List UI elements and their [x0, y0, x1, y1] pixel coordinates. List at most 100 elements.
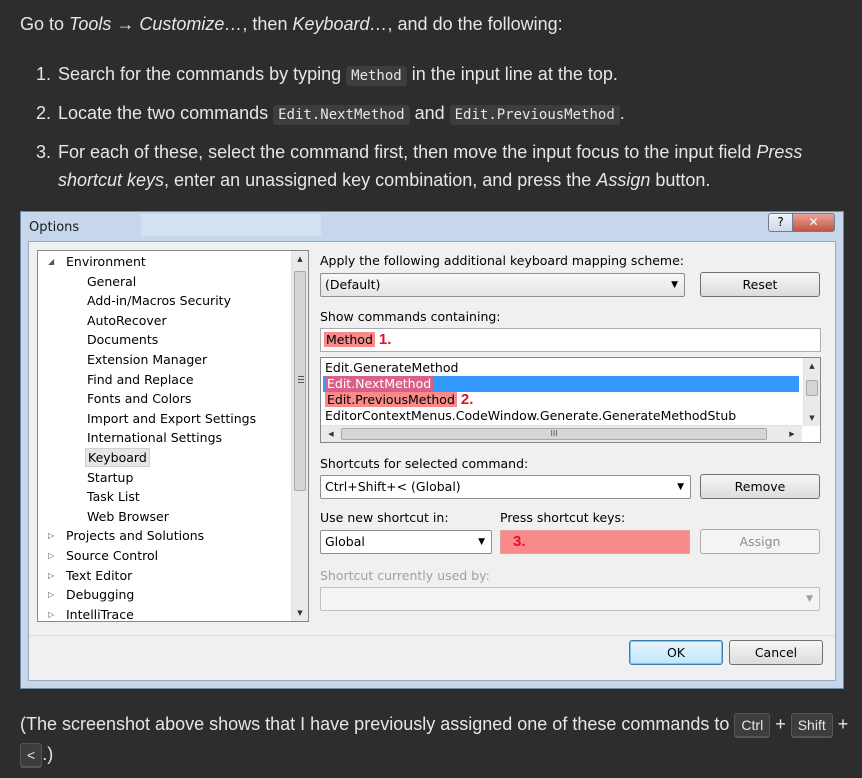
tree-item-label: Add-in/Macros Security — [87, 293, 231, 309]
tree-item[interactable]: ▷ Projects and Solutions — [38, 526, 290, 546]
tree-item[interactable]: Extension Manager — [38, 350, 290, 370]
scroll-down-icon[interactable]: ▼ — [292, 605, 308, 621]
scroll-left-icon[interactable]: ◀ — [323, 426, 339, 442]
tree-item[interactable]: Import and Export Settings — [38, 409, 290, 429]
separator — [29, 635, 835, 636]
tree-item-label: Debugging — [66, 587, 135, 603]
tree-item-label: Web Browser — [87, 508, 169, 524]
list-hscrollbar[interactable]: ◀ III ▶ — [321, 425, 802, 442]
em-assign: Assign — [596, 170, 651, 190]
tree-item[interactable]: ▷ Debugging — [38, 585, 290, 605]
intro-keyboard: Keyboard… — [292, 14, 388, 34]
tree-item-label: Documents — [87, 332, 159, 348]
tree-scrollbar[interactable]: ▲ ▼ — [291, 251, 308, 621]
use-new-shortcut-combo[interactable]: Global ▼ — [320, 530, 492, 554]
tree-item[interactable]: Find and Replace — [38, 370, 290, 390]
help-icon[interactable]: ? — [768, 213, 793, 232]
title-buttons: ? ✕ — [768, 213, 835, 232]
command-previous-method: Edit.PreviousMethod — [325, 392, 457, 407]
list-vscrollbar[interactable]: ▲ ▼ — [803, 358, 820, 426]
scroll-up-icon[interactable]: ▲ — [804, 358, 820, 374]
remove-button[interactable]: Remove — [700, 474, 820, 499]
command-next-method: Edit.NextMethod — [325, 376, 434, 391]
tree-item[interactable]: General — [38, 272, 290, 292]
tree-item-label: Import and Export Settings — [87, 410, 257, 426]
step-text-part: Locate the two commands — [58, 103, 274, 123]
list-item[interactable]: EditorContextMenus.CodeWindow.Generate.G… — [323, 408, 736, 424]
command-list[interactable]: Edit.GenerateMethod Edit.NextMethod Edit… — [320, 357, 821, 443]
list-item[interactable]: Edit.GenerateMethod — [323, 360, 458, 376]
footer-plus: + — [770, 714, 791, 734]
tree-item[interactable]: International Settings — [38, 428, 290, 448]
code-previous-method: Edit.PreviousMethod — [449, 105, 620, 125]
tree-item[interactable]: Startup — [38, 468, 290, 488]
used-by-combo[interactable]: ▼ — [320, 587, 820, 611]
tree-item-label: Environment — [66, 254, 146, 269]
list-item[interactable]: Edit.PreviousMethod 2. — [323, 392, 473, 408]
chevron-down-icon: ▼ — [806, 594, 813, 604]
step-1: 1. Search for the commands by typing Met… — [36, 60, 846, 90]
tree-item[interactable]: Documents — [38, 330, 290, 350]
tree-item-label: General — [87, 273, 137, 289]
collapsed-arrow-icon[interactable]: ▷ — [48, 546, 60, 566]
tree-item[interactable]: ▷ IntelliTrace — [38, 605, 290, 622]
close-icon[interactable]: ✕ — [793, 213, 835, 232]
kbd-shift: Shift — [790, 713, 833, 737]
reset-button[interactable]: Reset — [700, 272, 820, 297]
tree-item-label: Extension Manager — [87, 351, 208, 367]
step-text-part: and — [409, 103, 450, 123]
chevron-down-icon: ▼ — [677, 482, 684, 492]
tree-item-label: Find and Replace — [87, 371, 194, 387]
used-by-label: Shortcut currently used by: — [320, 568, 490, 583]
tree-item-label: IntelliTrace — [66, 606, 134, 622]
shortcuts-combo[interactable]: Ctrl+Shift+< (Global) ▼ — [320, 475, 691, 499]
scroll-right-icon[interactable]: ▶ — [784, 426, 800, 442]
collapsed-arrow-icon[interactable]: ▷ — [48, 566, 60, 586]
use-new-shortcut-value: Global — [325, 534, 365, 549]
mapping-scheme-combo[interactable]: (Default) ▼ — [320, 273, 685, 297]
shortcuts-label: Shortcuts for selected command: — [320, 456, 529, 471]
assign-button[interactable]: Assign — [700, 529, 820, 554]
tree-item[interactable]: Task List — [38, 487, 290, 507]
footer-text: (The screenshot above shows that I have … — [20, 709, 850, 769]
cancel-button[interactable]: Cancel — [729, 640, 823, 665]
expanded-arrow-icon[interactable]: ◢ — [48, 252, 60, 272]
step-3: 3. For each of these, select the command… — [36, 138, 846, 194]
tree-item[interactable]: ◢ Environment — [38, 252, 290, 272]
list-scroll-thumb[interactable] — [806, 380, 818, 396]
tree-item[interactable]: Fonts and Colors — [38, 389, 290, 409]
title-bar-ghost — [141, 214, 321, 236]
collapsed-arrow-icon[interactable]: ▷ — [48, 526, 60, 546]
tree-item-label: Task List — [87, 489, 140, 505]
tree-item[interactable]: ▷ Source Control — [38, 546, 290, 566]
step-text: Locate the two commands Edit.NextMethod … — [58, 99, 846, 129]
tree-item[interactable]: Add-in/Macros Security — [38, 291, 290, 311]
tree-item-label: Keyboard — [85, 447, 150, 467]
tree-scroll-thumb[interactable] — [294, 271, 306, 491]
step-text-part: button. — [650, 170, 711, 190]
collapsed-arrow-icon[interactable]: ▷ — [48, 585, 60, 605]
tree-item[interactable]: AutoRecover — [38, 311, 290, 331]
footer-plus: + — [832, 714, 849, 734]
press-shortcut-keys-input[interactable]: 3. — [500, 530, 690, 554]
tree-item[interactable]: ▷ Text Editor — [38, 566, 290, 586]
intro-then: , then — [242, 14, 293, 34]
list-hscroll-thumb[interactable]: III — [341, 428, 767, 440]
step-text-part: , enter an unassigned key combination, a… — [164, 170, 597, 190]
intro-text: Go to Tools → Customize…, then Keyboard…… — [20, 12, 563, 36]
use-new-shortcut-label: Use new shortcut in: — [320, 510, 449, 525]
tree-item-label: Source Control — [66, 547, 159, 563]
intro-go-to: Go to — [20, 14, 70, 34]
marker-2: 2. — [460, 391, 474, 408]
list-item-selected[interactable]: Edit.NextMethod — [323, 376, 799, 392]
step-text-part: For each of these, select the command fi… — [58, 142, 757, 162]
scroll-down-icon[interactable]: ▼ — [804, 410, 820, 426]
scroll-up-icon[interactable]: ▲ — [292, 251, 308, 267]
command-search-input[interactable]: Method 1. — [320, 328, 821, 352]
collapsed-arrow-icon[interactable]: ▷ — [48, 605, 60, 621]
code-method: Method — [346, 66, 407, 86]
options-tree[interactable]: ◢ Environment General Add-in/Macros Securit… — [37, 250, 309, 622]
tree-item[interactable]: Web Browser — [38, 507, 290, 527]
ok-button[interactable]: OK — [629, 640, 723, 665]
tree-item[interactable]: Keyboard — [38, 447, 290, 468]
